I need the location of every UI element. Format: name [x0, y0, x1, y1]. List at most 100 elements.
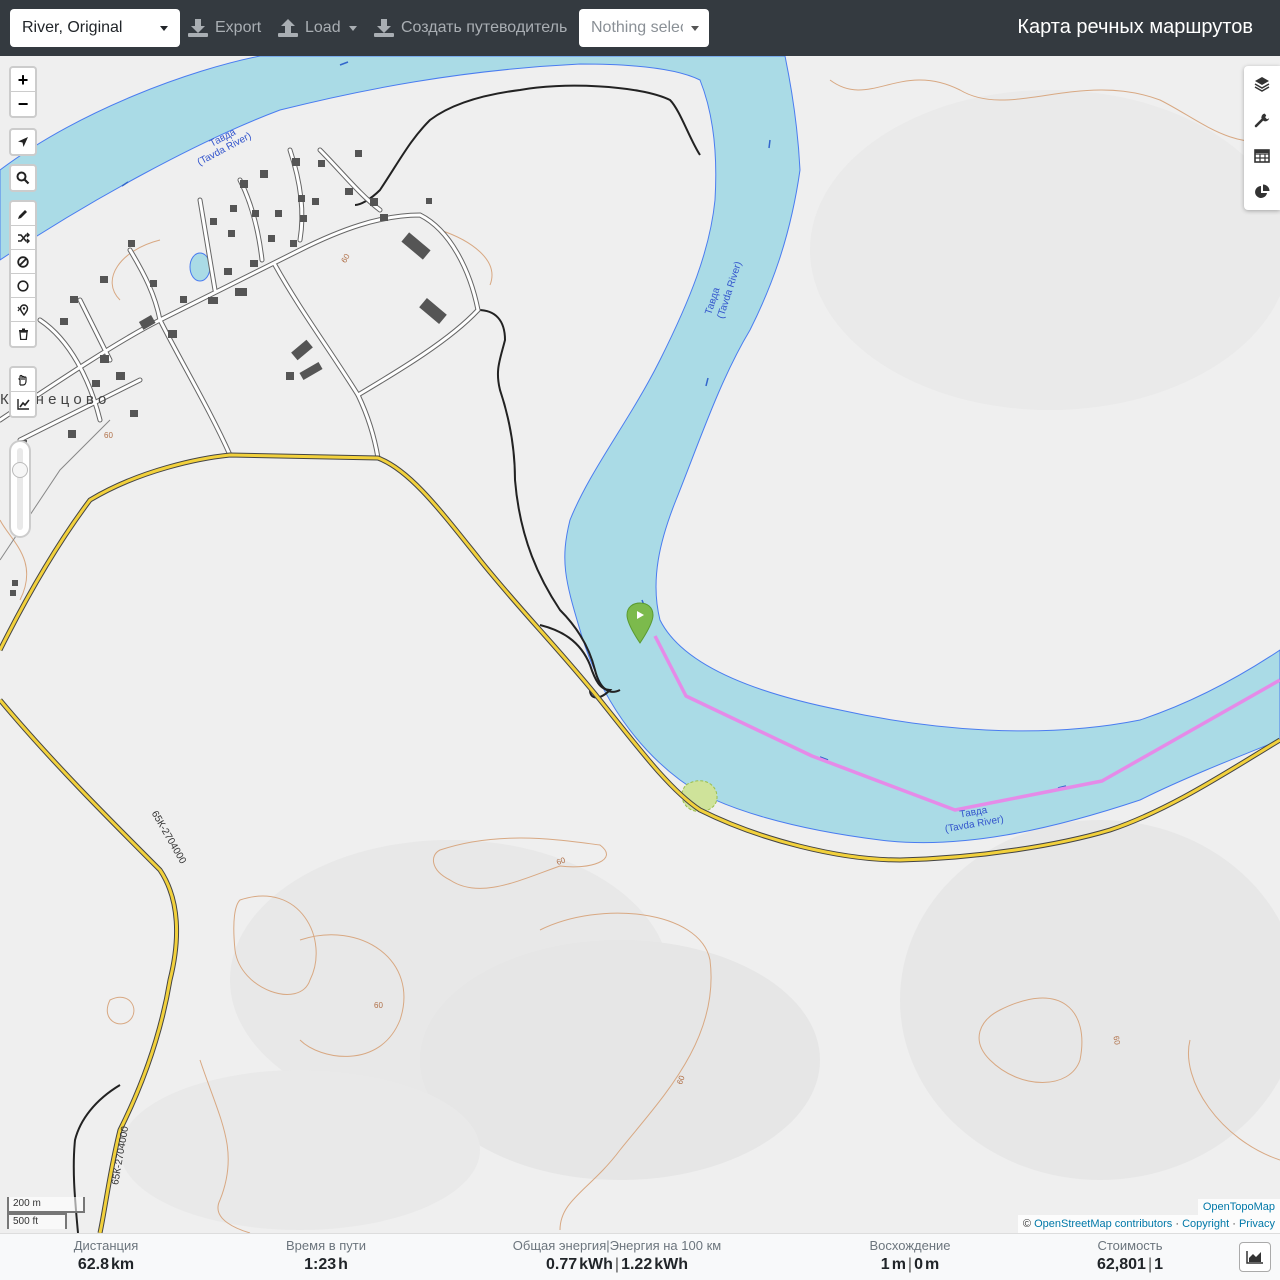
table-button[interactable] — [1244, 138, 1280, 174]
contour-label-f: 60 — [104, 431, 113, 440]
wrench-icon — [1254, 113, 1270, 128]
layers-icon — [1254, 77, 1270, 92]
profile-select[interactable]: River, Original — [10, 9, 180, 47]
chevron-down-icon — [691, 25, 699, 31]
zoom-in-button[interactable]: + — [11, 68, 35, 92]
right-control-panel — [1244, 66, 1280, 210]
hand-pointer-icon — [17, 374, 27, 386]
chevron-down-icon — [160, 25, 168, 31]
circle-area-button[interactable] — [11, 274, 35, 298]
energy-label: Общая энергия|Энергия на 100 км — [512, 1238, 722, 1253]
zoom-out-button[interactable]: − — [11, 92, 35, 116]
locate-control — [9, 128, 37, 156]
top-navbar: River, Original Export Load Создать путе… — [0, 0, 1280, 56]
copyright-link[interactable]: Copyright — [1182, 1218, 1229, 1230]
export-button[interactable]: Export — [188, 14, 261, 42]
settings-button[interactable] — [1244, 102, 1280, 138]
elevation-chart-button[interactable] — [11, 392, 35, 416]
separator-dot: · — [1175, 1218, 1179, 1230]
cost-count: 1 — [1154, 1256, 1163, 1273]
table-icon — [1254, 149, 1270, 163]
app-title: Карта речных маршрутов — [1017, 16, 1253, 38]
extra-toolbar — [9, 366, 37, 418]
stat-ascent: Восхождение 1 m | 0 m — [850, 1237, 970, 1276]
upload-icon — [278, 19, 298, 37]
delete-route-button[interactable] — [11, 322, 35, 346]
map-pin-icon — [17, 303, 28, 316]
energy-total-unit: kWh — [579, 1256, 613, 1273]
line-chart-icon — [16, 399, 30, 410]
pie-chart-icon — [1255, 184, 1270, 198]
draw-route-button[interactable] — [11, 202, 35, 226]
energy-total-value: 0.77 — [546, 1256, 578, 1273]
route-select[interactable]: Nothing selected — [579, 9, 709, 47]
search-control — [9, 164, 37, 192]
locate-button[interactable] — [11, 130, 35, 154]
attribution: © OpenStreetMap contributors · Copyright… — [1017, 1215, 1280, 1233]
cost-label: Стоимость — [1097, 1238, 1163, 1253]
privacy-link[interactable]: Privacy — [1239, 1218, 1275, 1230]
zoom-control: + − — [9, 66, 37, 118]
load-label: Load — [305, 19, 341, 36]
stat-energy: Общая энергия|Энергия на 100 км 0.77 kWh |… — [497, 1237, 737, 1276]
map-view[interactable]: Тавда (Tavda River) Тавда (Tavda River) … — [0, 56, 1280, 1233]
time-label: Время в пути — [286, 1238, 366, 1253]
distance-label: Дистанция — [73, 1238, 139, 1253]
search-button[interactable] — [11, 166, 35, 190]
scale-bar: 200 m 500 ft — [7, 1197, 85, 1229]
layers-button[interactable] — [1244, 66, 1280, 102]
ascent-value: 1 — [880, 1256, 890, 1273]
map-canvas[interactable]: Тавда (Tavda River) Тавда (Tavda River) … — [0, 56, 1280, 1233]
search-icon — [16, 171, 30, 185]
elevation-profile-toggle[interactable] — [1239, 1242, 1271, 1272]
route-select-placeholder: Nothing selected — [591, 19, 683, 36]
reverse-route-button[interactable] — [11, 226, 35, 250]
chevron-down-icon — [348, 25, 357, 31]
distance-value: 62.8 — [77, 1256, 109, 1273]
create-guide-label: Создать путеводитель — [401, 19, 568, 36]
stat-distance: Дистанция 62.8 km — [56, 1237, 156, 1276]
scale-imperial: 500 ft — [7, 1213, 67, 1229]
contour-label-c: 60 — [374, 1001, 383, 1010]
opacity-slider[interactable] — [9, 440, 31, 538]
ascent-unit: m — [891, 1256, 906, 1273]
pencil-icon — [18, 209, 27, 219]
opentopomap-link[interactable]: OpenTopoMap — [1197, 1199, 1280, 1215]
ascent-separator: | — [907, 1256, 913, 1273]
energy-separator: | — [614, 1256, 620, 1273]
descent-unit: m — [924, 1256, 940, 1273]
area-chart-icon — [1246, 1251, 1263, 1264]
shuffle-icon — [17, 232, 30, 243]
distance-unit: km — [111, 1256, 135, 1273]
ban-icon — [17, 255, 29, 268]
pois-button[interactable] — [11, 298, 35, 322]
separator-dot: · — [1232, 1218, 1236, 1230]
export-label: Export — [215, 19, 262, 36]
time-value: 1:23 — [304, 1256, 337, 1273]
profile-select-value: River, Original — [22, 19, 123, 36]
time-unit: h — [338, 1256, 348, 1273]
no-go-area-button[interactable] — [11, 250, 35, 274]
contour-label-a: 60 — [339, 252, 352, 265]
route-stats-bar: Дистанция 62.8 km Время в пути 1:23 h Обща… — [0, 1233, 1280, 1280]
move-point-button[interactable] — [11, 368, 35, 392]
descent-value: 0 — [914, 1256, 923, 1273]
hillshade — [120, 90, 1280, 1230]
load-button[interactable]: Load — [278, 14, 357, 42]
statistics-button[interactable] — [1244, 174, 1280, 210]
cost-separator: | — [1147, 1256, 1153, 1273]
stat-cost: Стоимость 62,801 | 1 — [1080, 1237, 1180, 1276]
osm-contributors-link[interactable]: OpenStreetMap contributors — [1034, 1218, 1172, 1230]
road-ref-1: 65К-2704000 — [149, 809, 188, 866]
create-guide-button[interactable]: Создать путеводитель — [374, 14, 567, 42]
scale-metric: 200 m — [7, 1197, 85, 1213]
cost-value: 62,801 — [1097, 1256, 1146, 1273]
energy-per100-value: 1.22 — [621, 1256, 653, 1273]
location-arrow-icon — [18, 137, 28, 147]
download-icon — [374, 19, 394, 37]
circle-icon — [17, 279, 29, 292]
ascent-label: Восхождение — [869, 1238, 951, 1253]
trash-icon — [18, 328, 28, 340]
draw-toolbar — [9, 200, 37, 348]
slider-handle[interactable] — [12, 462, 28, 478]
